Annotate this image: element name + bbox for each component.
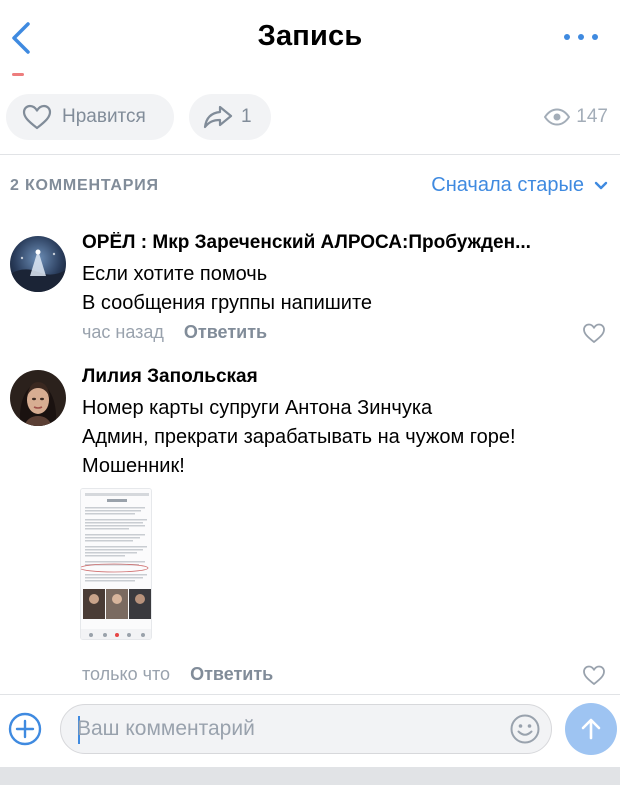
like-label: Нравится — [62, 106, 146, 127]
reply-button[interactable]: Ответить — [184, 322, 267, 343]
more-dot — [578, 34, 584, 40]
comment-time: час назад — [82, 322, 164, 342]
keyboard-edge — [0, 767, 620, 785]
smile-icon[interactable] — [509, 713, 541, 745]
comment-line: Если хотите помочь — [82, 263, 268, 285]
page-title: Запись — [257, 20, 363, 52]
comment-composer — [0, 695, 620, 767]
comments-header: 2 КОММЕНТАРИЯ Сначала старые — [0, 172, 620, 202]
share-arrow-icon — [203, 105, 233, 129]
comment-meta: час назад Ответить — [82, 322, 267, 343]
avatar-image — [10, 370, 66, 426]
comment-text: Если хотите помочь В сообщения группы на… — [82, 260, 607, 318]
comment-line: Мошенник! — [82, 455, 185, 477]
attached-screenshot-image — [81, 489, 151, 639]
heart-icon[interactable] — [582, 322, 606, 344]
comment-text: Номер карты супруги Антона Зинчука Админ… — [82, 394, 607, 481]
comment-line: Админ, прекрати зарабатывать на чужом го… — [82, 426, 516, 448]
more-dots-icon — [564, 34, 570, 40]
post-edge-mark — [12, 73, 24, 76]
reply-button[interactable]: Ответить — [190, 664, 273, 685]
avatar[interactable] — [10, 236, 66, 292]
comment-author[interactable]: ОРЁЛ : Мкр Зареченский АЛРОСА:Пробужден.… — [82, 232, 602, 254]
comment-time: только что — [82, 664, 171, 684]
share-count: 1 — [241, 106, 252, 127]
comment-input[interactable] — [77, 713, 487, 745]
views-counter: 147 — [544, 106, 608, 128]
comment-meta: только что Ответить — [82, 664, 273, 685]
avatar-image — [10, 236, 66, 292]
avatar[interactable] — [10, 370, 66, 426]
plus-circle-icon[interactable] — [8, 712, 42, 746]
heart-icon[interactable] — [582, 664, 606, 686]
more-dot — [592, 34, 598, 40]
sort-order-label: Сначала старые — [431, 174, 584, 196]
section-divider — [0, 154, 620, 155]
attached-screenshot[interactable] — [80, 488, 152, 640]
comment-author[interactable]: Лилия Запольская — [82, 366, 602, 388]
send-button[interactable] — [565, 703, 617, 755]
eye-icon — [544, 108, 571, 126]
comment-line: Номер карты супруги Антона Зинчука — [82, 397, 433, 419]
arrow-up-icon — [581, 718, 601, 740]
more-button[interactable] — [564, 30, 598, 44]
comment-input-wrapper[interactable] — [60, 704, 552, 754]
top-bar: Запись — [0, 0, 620, 78]
like-button[interactable]: Нравится — [6, 94, 174, 140]
views-count: 147 — [576, 106, 608, 127]
sort-order-button[interactable]: Сначала старые — [431, 174, 608, 197]
share-button[interactable]: 1 — [189, 94, 271, 140]
post-actions: Нравится 1 147 — [0, 94, 620, 140]
heart-icon — [22, 104, 52, 130]
comment-line: В сообщения группы напишите — [82, 292, 373, 314]
comment-item: ОРЁЛ : Мкр Зареченский АЛРОСА:Пробужден.… — [0, 226, 620, 346]
chevron-down-icon — [594, 181, 608, 189]
comments-count: 2 КОММЕНТАРИЯ — [10, 177, 159, 194]
